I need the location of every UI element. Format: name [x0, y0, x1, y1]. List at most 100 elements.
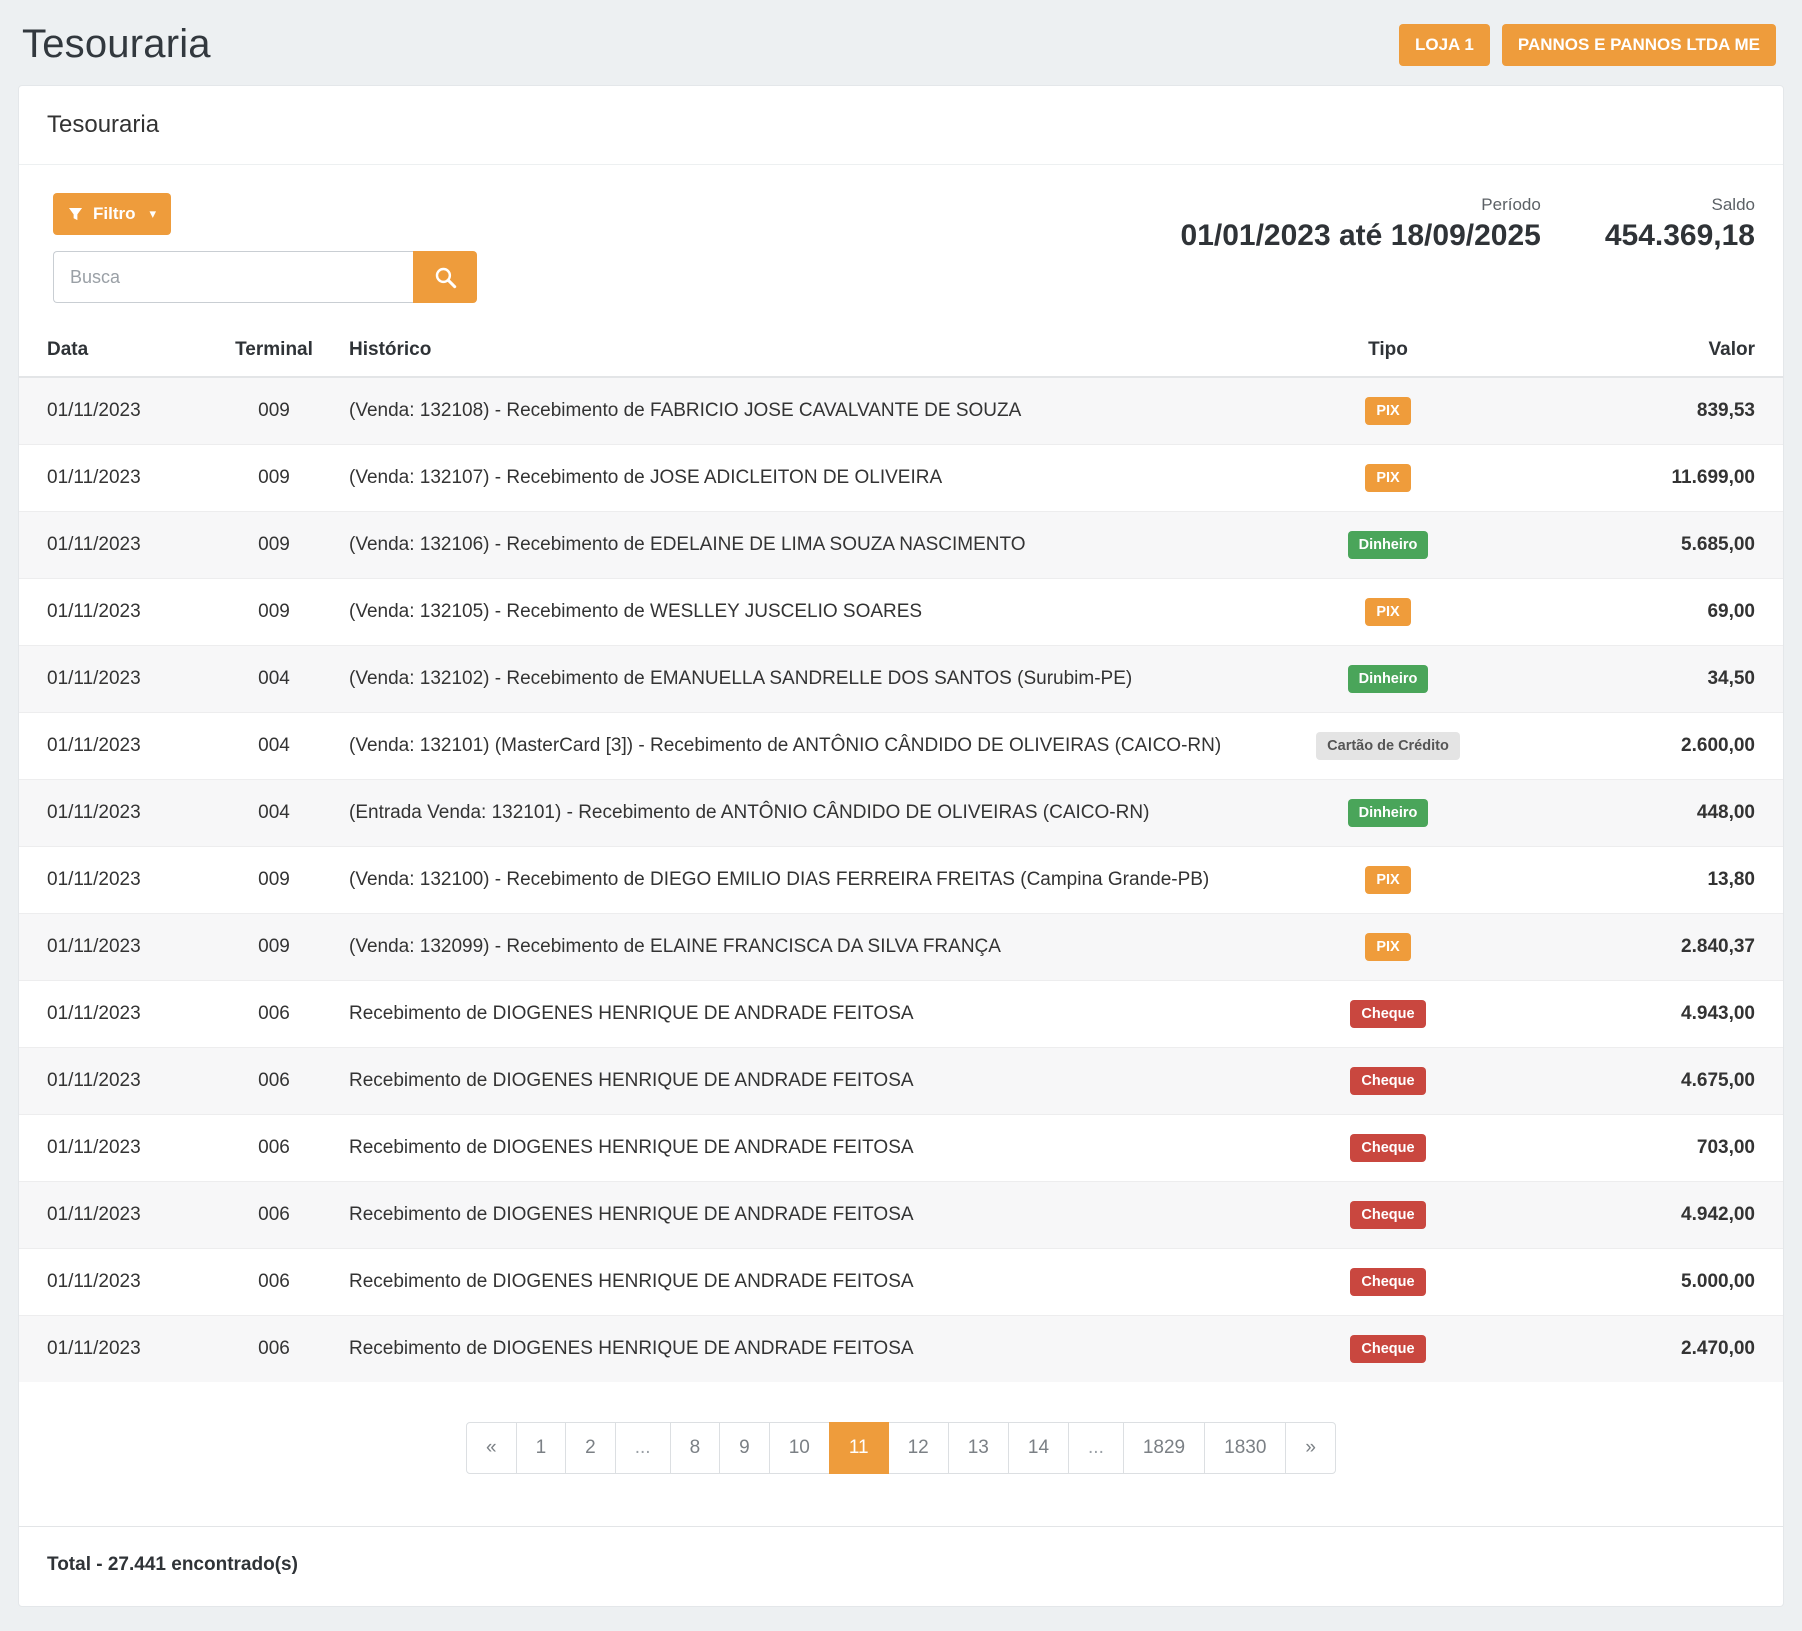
cell-historico: Recebimento de DIOGENES HENRIQUE DE ANDR…: [349, 981, 1238, 1048]
cell-tipo: Dinheiro: [1238, 512, 1538, 579]
filter-button[interactable]: Filtro ▾: [53, 193, 171, 235]
cell-valor: 69,00: [1538, 579, 1783, 646]
table-body: 01/11/2023 009 (Venda: 132108) - Recebim…: [19, 377, 1783, 1382]
cell-terminal: 006: [199, 1182, 349, 1249]
table-row: 01/11/2023 006 Recebimento de DIOGENES H…: [19, 1115, 1783, 1182]
cell-valor: 11.699,00: [1538, 445, 1783, 512]
cell-historico: Recebimento de DIOGENES HENRIQUE DE ANDR…: [349, 1316, 1238, 1383]
table-row: 01/11/2023 004 (Venda: 132101) (MasterCa…: [19, 713, 1783, 780]
cell-date: 01/11/2023: [19, 1048, 199, 1115]
cell-terminal: 004: [199, 646, 349, 713]
cell-valor: 2.600,00: [1538, 713, 1783, 780]
search-button[interactable]: [413, 251, 477, 303]
cell-date: 01/11/2023: [19, 512, 199, 579]
toolbar-right: Período 01/01/2023 até 18/09/2025 Saldo …: [1181, 193, 1755, 253]
tipo-badge: Cheque: [1350, 1134, 1425, 1162]
cell-tipo: Cheque: [1238, 1048, 1538, 1115]
search-icon: [434, 266, 457, 289]
cell-historico: (Venda: 132100) - Recebimento de DIEGO E…: [349, 847, 1238, 914]
table-header: Data Terminal Histórico Tipo Valor: [19, 325, 1783, 377]
cell-date: 01/11/2023: [19, 914, 199, 981]
cell-terminal: 004: [199, 713, 349, 780]
tipo-badge: PIX: [1365, 933, 1410, 961]
cell-tipo: Cheque: [1238, 1115, 1538, 1182]
cell-terminal: 009: [199, 377, 349, 445]
tipo-badge: PIX: [1365, 866, 1410, 894]
cell-terminal: 006: [199, 1316, 349, 1383]
page-button[interactable]: 10: [769, 1422, 830, 1474]
cell-tipo: PIX: [1238, 377, 1538, 445]
page-button[interactable]: 1: [516, 1422, 567, 1474]
table-row: 01/11/2023 006 Recebimento de DIOGENES H…: [19, 1048, 1783, 1115]
table-row: 01/11/2023 006 Recebimento de DIOGENES H…: [19, 981, 1783, 1048]
top-buttons: LOJA 1 PANNOS E PANNOS LTDA ME: [1399, 24, 1776, 66]
company-button[interactable]: PANNOS E PANNOS LTDA ME: [1502, 24, 1776, 66]
table-row: 01/11/2023 006 Recebimento de DIOGENES H…: [19, 1316, 1783, 1383]
page-button[interactable]: «: [466, 1422, 517, 1474]
cell-tipo: PIX: [1238, 445, 1538, 512]
page-button[interactable]: 9: [719, 1422, 770, 1474]
page-button[interactable]: 13: [948, 1422, 1009, 1474]
store-button[interactable]: LOJA 1: [1399, 24, 1490, 66]
cell-terminal: 006: [199, 1115, 349, 1182]
cell-historico: (Venda: 132105) - Recebimento de WESLLEY…: [349, 579, 1238, 646]
cell-date: 01/11/2023: [19, 646, 199, 713]
cell-terminal: 009: [199, 445, 349, 512]
page-button[interactable]: »: [1285, 1422, 1336, 1474]
page-button-active[interactable]: 11: [829, 1422, 889, 1474]
top-bar: Tesouraria LOJA 1 PANNOS E PANNOS LTDA M…: [18, 12, 1784, 85]
cell-tipo: PIX: [1238, 847, 1538, 914]
page: Tesouraria LOJA 1 PANNOS E PANNOS LTDA M…: [0, 0, 1802, 1631]
page-button[interactable]: 2: [565, 1422, 616, 1474]
page-button[interactable]: 8: [670, 1422, 721, 1474]
cell-date: 01/11/2023: [19, 377, 199, 445]
cell-date: 01/11/2023: [19, 847, 199, 914]
period-label: Período: [1181, 195, 1541, 215]
cell-valor: 2.470,00: [1538, 1316, 1783, 1383]
tesouraria-card: Tesouraria Filtro ▾: [18, 85, 1784, 1607]
cell-historico: (Venda: 132102) - Recebimento de EMANUEL…: [349, 646, 1238, 713]
tipo-badge: PIX: [1365, 598, 1410, 626]
tipo-badge: Cheque: [1350, 1335, 1425, 1363]
cell-historico: (Venda: 132101) (MasterCard [3]) - Receb…: [349, 713, 1238, 780]
cell-valor: 4.942,00: [1538, 1182, 1783, 1249]
cell-tipo: Dinheiro: [1238, 780, 1538, 847]
page-button[interactable]: 12: [888, 1422, 949, 1474]
cell-valor: 13,80: [1538, 847, 1783, 914]
cell-historico: Recebimento de DIOGENES HENRIQUE DE ANDR…: [349, 1249, 1238, 1316]
cell-historico: Recebimento de DIOGENES HENRIQUE DE ANDR…: [349, 1115, 1238, 1182]
search-group: [53, 251, 477, 303]
page-button[interactable]: 1830: [1204, 1422, 1286, 1474]
tipo-badge: Dinheiro: [1348, 531, 1429, 559]
page-ellipsis: ...: [615, 1422, 671, 1474]
cell-date: 01/11/2023: [19, 713, 199, 780]
cell-historico: (Venda: 132106) - Recebimento de EDELAIN…: [349, 512, 1238, 579]
cell-historico: Recebimento de DIOGENES HENRIQUE DE ANDR…: [349, 1048, 1238, 1115]
cell-date: 01/11/2023: [19, 1115, 199, 1182]
search-input[interactable]: [53, 251, 413, 303]
cell-tipo: Cheque: [1238, 981, 1538, 1048]
cell-valor: 448,00: [1538, 780, 1783, 847]
cell-valor: 4.675,00: [1538, 1048, 1783, 1115]
cell-date: 01/11/2023: [19, 981, 199, 1048]
cell-valor: 4.943,00: [1538, 981, 1783, 1048]
header-terminal: Terminal: [199, 325, 349, 377]
cell-terminal: 009: [199, 579, 349, 646]
tipo-badge: Cheque: [1350, 1201, 1425, 1229]
table-row: 01/11/2023 009 (Venda: 132108) - Recebim…: [19, 377, 1783, 445]
cell-tipo: PIX: [1238, 579, 1538, 646]
cell-valor: 703,00: [1538, 1115, 1783, 1182]
page-button[interactable]: 1829: [1123, 1422, 1205, 1474]
cell-terminal: 004: [199, 780, 349, 847]
table-row: 01/11/2023 004 (Entrada Venda: 132101) -…: [19, 780, 1783, 847]
saldo-label: Saldo: [1605, 195, 1755, 215]
toolbar-left: Filtro ▾: [53, 193, 477, 303]
page-button[interactable]: 14: [1008, 1422, 1069, 1474]
cell-valor: 839,53: [1538, 377, 1783, 445]
tipo-badge: Cartão de Crédito: [1316, 732, 1460, 760]
table-row: 01/11/2023 009 (Venda: 132106) - Recebim…: [19, 512, 1783, 579]
chevron-down-icon: ▾: [150, 206, 157, 222]
tipo-badge: PIX: [1365, 397, 1410, 425]
page-title: Tesouraria: [22, 22, 211, 67]
cell-tipo: Cheque: [1238, 1249, 1538, 1316]
